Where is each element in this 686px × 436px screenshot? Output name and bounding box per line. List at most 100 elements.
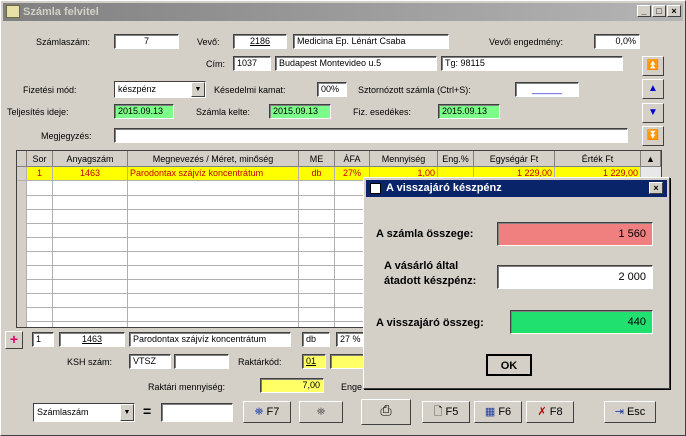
col-header[interactable]: Mennyiség <box>370 151 438 167</box>
megjegyzes-label: Megjegyzés: <box>41 131 92 141</box>
table-cell[interactable]: Parodontax szájvíz koncentrátum <box>128 167 299 181</box>
cim-label: Cím: <box>206 59 225 69</box>
up-arrow-icon: ▲ <box>648 83 658 94</box>
megjegyzes-field[interactable] <box>114 128 628 143</box>
delete-f8-button[interactable]: ✗ F8 <box>526 401 574 423</box>
down-arrow-icon: ▼ <box>648 107 658 118</box>
search-mode-value: Számlaszám <box>37 407 89 417</box>
teljesites-field[interactable]: 2015.09.13 <box>114 104 174 119</box>
vissza-field: 440 <box>510 310 653 334</box>
edit-me-field[interactable]: db <box>302 332 330 347</box>
enge-label: Enge <box>341 382 363 392</box>
close-button[interactable]: × <box>667 5 681 17</box>
dialog-close-button[interactable]: × <box>649 182 663 194</box>
last-icon: ⏬ <box>646 130 660 141</box>
szamlaszam-field[interactable]: 7 <box>114 34 179 49</box>
atadott-label-2: átadott készpénz: <box>384 275 477 287</box>
raktarkod-label: Raktárkód: <box>238 357 282 367</box>
edit-icon: ▦ <box>484 406 496 418</box>
f7-label: F7 <box>266 406 280 418</box>
ok-button[interactable]: OK <box>486 354 532 376</box>
edit-f6-button[interactable]: ▦ F6 <box>474 401 522 423</box>
raktarkod-field[interactable]: 01 <box>302 354 326 369</box>
edit-afa-field[interactable]: 27 % <box>336 332 364 347</box>
col-header[interactable]: Érték Ft <box>555 151 641 167</box>
kamat-field[interactable]: 00% <box>317 82 347 97</box>
search-value-field[interactable] <box>161 403 233 422</box>
edit-megnevezes-field[interactable]: Parodontax szájvíz koncentrátum <box>129 332 291 347</box>
chevron-down-icon[interactable]: ▼ <box>120 404 134 421</box>
table-cell[interactable]: 1463 <box>53 167 128 181</box>
tel-field[interactable]: Tg: 98115 <box>441 56 623 71</box>
delete-icon: ✗ <box>537 406 547 418</box>
vevo-code-field[interactable]: 2186 <box>233 34 287 49</box>
print-button[interactable]: ⎙ <box>361 399 411 425</box>
table-cell[interactable]: db <box>299 167 335 181</box>
new-f5-button[interactable]: 🗋 F5 <box>422 401 470 423</box>
raktar-name-field[interactable] <box>330 354 364 369</box>
window-title: Számla felvitel <box>23 6 99 18</box>
last-record-button[interactable]: ⏬ <box>642 126 664 146</box>
vevo-label: Vevő: <box>197 37 220 47</box>
col-header[interactable]: ME <box>299 151 335 167</box>
title-bar: Számla felvitel <box>3 3 683 21</box>
search-next-button[interactable]: ⛯ <box>299 401 343 423</box>
new-document-icon: 🗋 <box>433 406 443 418</box>
vevo-name-field[interactable]: Medicina Ep. Lénárt Csaba <box>293 34 449 49</box>
search-f7-button[interactable]: ⛯ F7 <box>243 401 291 423</box>
kelte-field[interactable]: 2015.09.13 <box>269 104 331 119</box>
kelte-label: Számla kelte: <box>196 107 251 117</box>
grid-corner <box>17 151 27 167</box>
teljesites-label: Teljesítés ideje: <box>7 107 69 117</box>
cim-field[interactable]: Budapest Montevideo u.5 <box>275 56 437 71</box>
first-record-button[interactable]: ⏫ <box>642 56 664 76</box>
row-indicator <box>17 167 27 181</box>
scroll-up-icon[interactable]: ▲ <box>641 151 661 167</box>
table-cell[interactable]: 1 <box>27 167 53 181</box>
prev-record-button[interactable]: ▲ <box>642 79 664 99</box>
szamlaszam-label: Számlaszám: <box>36 37 91 47</box>
osszeg-label: A számla összege: <box>376 228 474 240</box>
atadott-label-1: A vásárló által <box>384 260 459 272</box>
esedekes-field[interactable]: 2015.09.13 <box>438 104 500 119</box>
sztorno-label: Sztornózott számla (Ctrl+S): <box>358 85 471 95</box>
exit-door-icon: ⇥ <box>614 406 624 418</box>
col-header[interactable]: Eng.% <box>438 151 474 167</box>
exit-button[interactable]: ⇥ Esc <box>604 401 656 423</box>
osszeg-field: 1 560 <box>497 222 653 246</box>
atadott-field[interactable]: 2 000 <box>497 265 653 289</box>
first-icon: ⏫ <box>646 60 660 71</box>
binoculars-icon: ⛯ <box>254 406 264 418</box>
next-record-button[interactable]: ▼ <box>642 103 664 123</box>
raktari-field[interactable]: 7,00 <box>260 378 324 393</box>
col-header[interactable]: Sor <box>27 151 53 167</box>
dialog-title-bar: A visszajáró készpénz <box>366 180 667 197</box>
maximize-button[interactable]: □ <box>652 5 666 17</box>
main-window: Számla felvitel _ □ × Számlaszám: 7 Vevő… <box>0 0 686 436</box>
add-row-button[interactable]: + <box>5 331 23 349</box>
f8-label: F8 <box>549 406 563 418</box>
binoculars-icon: ⛯ <box>316 406 326 418</box>
raktari-label: Raktári mennyiség: <box>148 382 226 392</box>
col-header[interactable]: Anyagszám <box>53 151 128 167</box>
engedmeny-field[interactable]: 0,0% <box>594 34 640 49</box>
col-header[interactable]: Egységár Ft <box>474 151 555 167</box>
engedmeny-label: Vevői engedmény: <box>489 37 564 47</box>
printer-icon: ⎙ <box>380 402 392 418</box>
dialog-icon <box>370 183 381 194</box>
equals-sign: = <box>143 403 152 419</box>
search-mode-select[interactable]: Számlaszám ▼ <box>33 403 135 422</box>
irsz-field[interactable]: 1037 <box>233 56 271 71</box>
fizmod-label: Fizetési mód: <box>23 85 77 95</box>
fizmod-select[interactable]: készpénz ▼ <box>114 81 206 98</box>
edit-sor-field[interactable]: 1 <box>32 332 54 347</box>
sztorno-field[interactable]: ______ <box>515 82 579 97</box>
kamat-label: Késedelmi kamat: <box>214 85 286 95</box>
chevron-down-icon[interactable]: ▼ <box>191 82 205 97</box>
ksh-field[interactable]: VTSZ <box>129 354 171 369</box>
col-header[interactable]: ÁFA <box>335 151 370 167</box>
edit-anyagszam-field[interactable]: 1463 <box>59 332 125 347</box>
ksh-field-2[interactable] <box>174 354 229 369</box>
col-header[interactable]: Megnevezés / Méret, minőség <box>128 151 299 167</box>
minimize-button[interactable]: _ <box>637 5 651 17</box>
